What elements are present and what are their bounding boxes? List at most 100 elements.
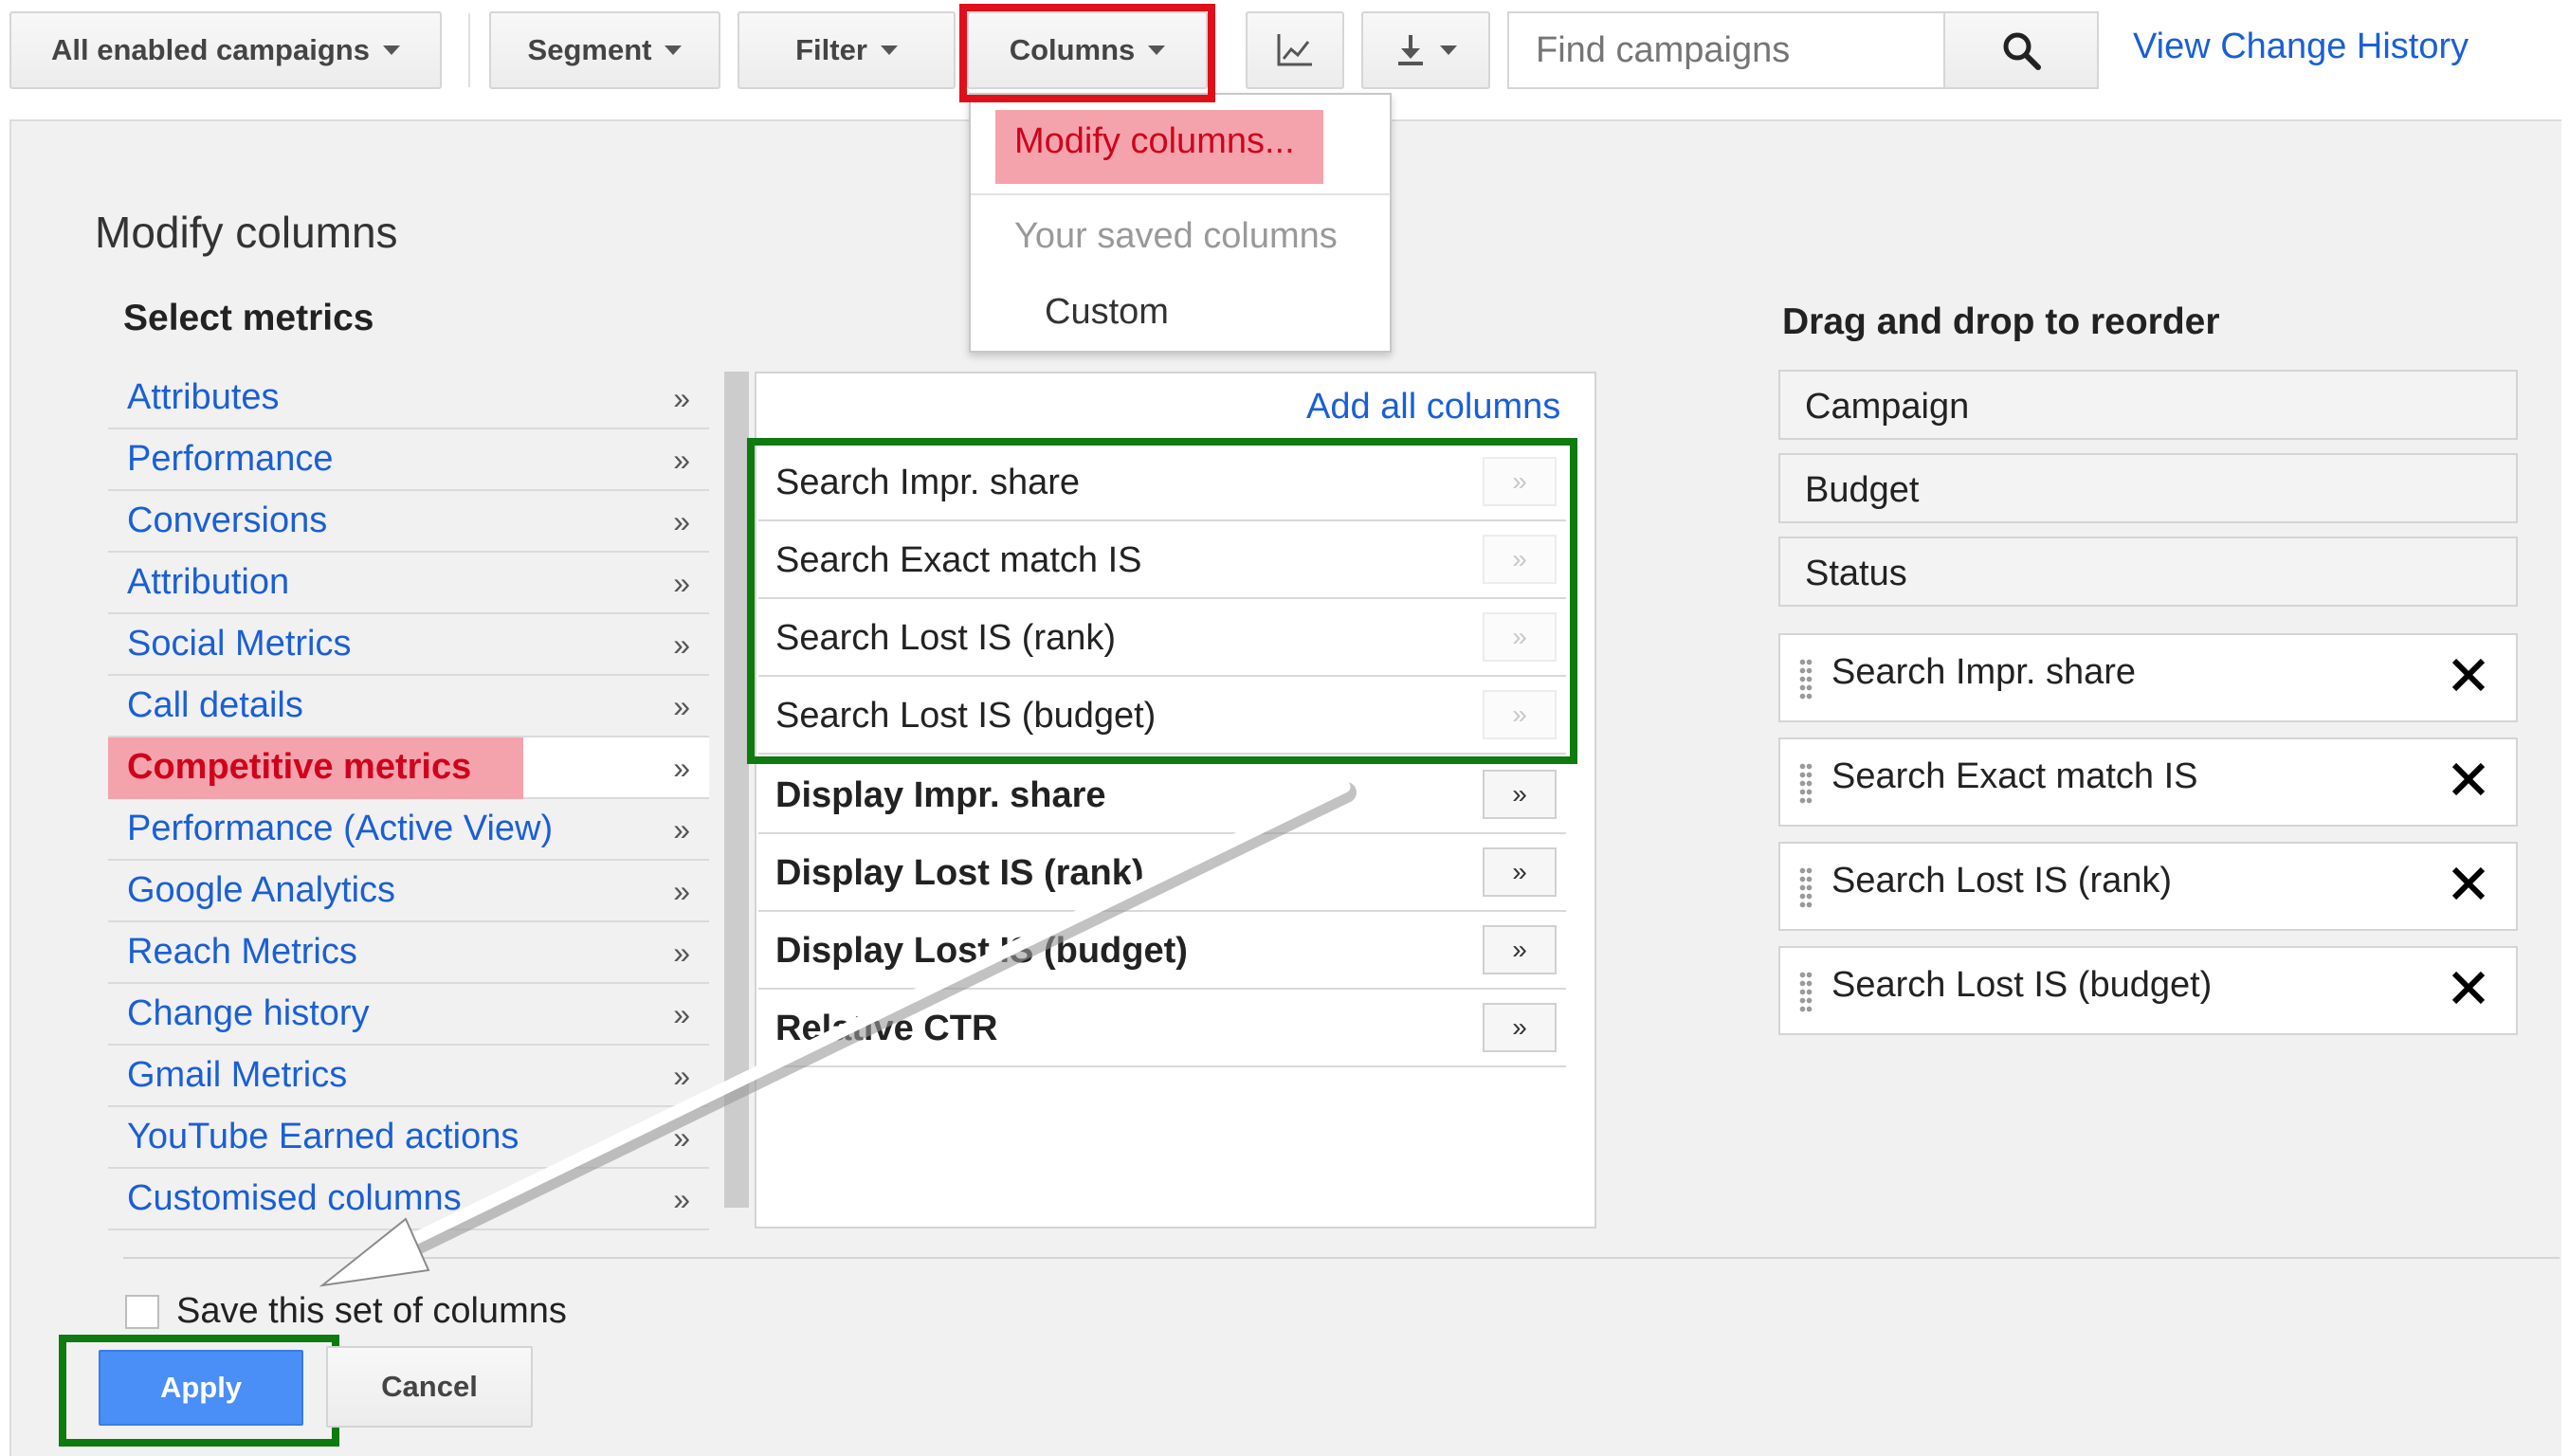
fixed-column-item: Status <box>1778 537 2518 607</box>
metric-category-list: Attributes » Performance » Conversions » At… <box>108 368 709 1230</box>
download-icon <box>1398 35 1423 65</box>
column-label: Search Lost IS (rank) <box>1831 861 2173 901</box>
close-icon[interactable] <box>2450 656 2487 694</box>
added-metrics-annotation <box>747 438 1577 764</box>
category-label: Attributes <box>127 377 280 417</box>
double-chevron-right-icon: » <box>673 628 690 662</box>
search-button[interactable] <box>1943 11 2099 89</box>
category-label: Performance <box>127 439 334 479</box>
filter-label: Filter <box>795 33 867 66</box>
column-label: Search Exact match IS <box>1831 756 2198 796</box>
search-icon <box>2003 32 2041 70</box>
toolbar-divider <box>468 13 470 87</box>
double-chevron-right-icon: » <box>673 443 690 477</box>
double-chevron-right-icon: » <box>1512 1012 1527 1042</box>
selected-column-item[interactable]: Search Lost IS (budget) <box>1778 946 2518 1035</box>
selected-column-item[interactable]: Search Impr. share <box>1778 633 2518 722</box>
double-chevron-right-icon: » <box>673 997 690 1031</box>
category-item[interactable]: Attributes » <box>108 368 709 429</box>
metric-row[interactable]: Display Impr. share » <box>758 756 1566 834</box>
chart-button[interactable] <box>1246 11 1344 89</box>
metric-label: Relative CTR <box>775 1009 998 1048</box>
save-set-label: Save this set of columns <box>176 1291 567 1331</box>
panel-title: Modify columns <box>95 208 398 257</box>
category-item-active[interactable]: Competitive metrics » <box>108 737 709 799</box>
double-chevron-right-icon: » <box>673 812 690 846</box>
category-item[interactable]: Google Analytics » <box>108 861 709 922</box>
selected-column-item[interactable]: Search Lost IS (rank) <box>1778 842 2518 931</box>
caret-down-icon <box>665 46 683 55</box>
drag-handle-icon[interactable] <box>1799 762 1813 804</box>
view-change-history-link[interactable]: View Change History <box>2133 27 2469 67</box>
category-item[interactable]: Reach Metrics » <box>108 922 709 984</box>
drag-handle-icon[interactable] <box>1799 971 1813 1012</box>
double-chevron-right-icon: » <box>673 689 690 723</box>
metric-row[interactable]: Display Lost IS (budget) » <box>758 912 1566 990</box>
selected-column-item[interactable]: Search Exact match IS <box>1778 737 2518 827</box>
category-item[interactable]: Performance » <box>108 429 709 491</box>
column-label: Search Impr. share <box>1831 652 2137 692</box>
metric-row[interactable]: Relative CTR » <box>758 990 1566 1067</box>
category-label: Attribution <box>127 562 290 602</box>
close-icon[interactable] <box>2450 969 2487 1007</box>
category-item[interactable]: Gmail Metrics » <box>108 1046 709 1107</box>
metric-row[interactable]: Display Lost IS (rank) » <box>758 834 1566 912</box>
category-item[interactable]: Conversions » <box>108 491 709 553</box>
add-metric-button[interactable]: » <box>1483 770 1557 819</box>
category-item[interactable]: Performance (Active View) » <box>108 799 709 861</box>
category-item[interactable]: Customised columns » <box>108 1169 709 1230</box>
add-all-columns-link[interactable]: Add all columns <box>1306 387 1560 428</box>
double-chevron-right-icon: » <box>1512 857 1527 886</box>
double-chevron-right-icon: » <box>1512 935 1527 964</box>
caret-down-icon <box>880 46 898 55</box>
double-chevron-right-icon: » <box>673 1182 690 1216</box>
double-chevron-right-icon: » <box>673 874 690 908</box>
download-button[interactable] <box>1361 11 1490 89</box>
add-metric-button[interactable]: » <box>1483 925 1557 974</box>
double-chevron-right-icon: » <box>673 1059 690 1093</box>
category-label: Social Metrics <box>127 624 352 664</box>
category-label: Reach Metrics <box>127 932 357 972</box>
double-chevron-right-icon: » <box>673 504 690 538</box>
metric-label: Display Impr. share <box>775 775 1106 815</box>
apply-annotation <box>59 1335 339 1447</box>
double-chevron-right-icon: » <box>673 381 690 415</box>
search-input[interactable] <box>1507 11 1943 89</box>
close-icon[interactable] <box>2450 760 2487 798</box>
menu-item-custom[interactable]: Custom <box>1045 292 1169 333</box>
panel-divider <box>123 1257 2560 1259</box>
category-scrollbar[interactable] <box>724 372 749 1208</box>
menu-item-modify-columns[interactable]: Modify columns... <box>1014 121 1295 162</box>
column-label: Status <box>1805 554 1907 593</box>
category-item[interactable]: Social Metrics » <box>108 614 709 676</box>
double-chevron-right-icon: » <box>673 936 690 970</box>
category-label: Google Analytics <box>127 870 396 910</box>
drag-handle-icon[interactable] <box>1799 866 1813 908</box>
campaigns-filter-button[interactable]: All enabled campaigns <box>9 11 442 89</box>
double-chevron-right-icon: » <box>673 751 690 785</box>
chart-icon <box>1277 34 1312 66</box>
column-label: Search Lost IS (budget) <box>1831 965 2213 1005</box>
filter-button[interactable]: Filter <box>738 11 956 89</box>
fixed-column-item: Campaign <box>1778 370 2518 440</box>
segment-button[interactable]: Segment <box>489 11 720 89</box>
add-metric-button[interactable]: » <box>1483 1003 1557 1052</box>
category-item[interactable]: Call details » <box>108 676 709 737</box>
menu-divider <box>971 193 1390 195</box>
metric-label: Display Lost IS (budget) <box>775 931 1188 971</box>
drag-handle-icon[interactable] <box>1799 658 1813 700</box>
save-set-checkbox[interactable] <box>125 1295 159 1329</box>
double-chevron-right-icon: » <box>673 1120 690 1155</box>
cancel-button[interactable]: Cancel <box>326 1346 533 1428</box>
category-label: Change history <box>127 993 370 1033</box>
add-metric-button[interactable]: » <box>1483 847 1557 897</box>
category-label: Gmail Metrics <box>127 1055 348 1095</box>
category-label: Conversions <box>127 500 328 540</box>
category-item[interactable]: YouTube Earned actions » <box>108 1107 709 1169</box>
close-icon[interactable] <box>2450 864 2487 902</box>
category-item[interactable]: Attribution » <box>108 553 709 614</box>
category-label: Competitive metrics <box>127 747 472 787</box>
select-metrics-heading: Select metrics <box>123 298 374 338</box>
category-item[interactable]: Change history » <box>108 984 709 1046</box>
double-chevron-right-icon: » <box>1512 779 1527 809</box>
